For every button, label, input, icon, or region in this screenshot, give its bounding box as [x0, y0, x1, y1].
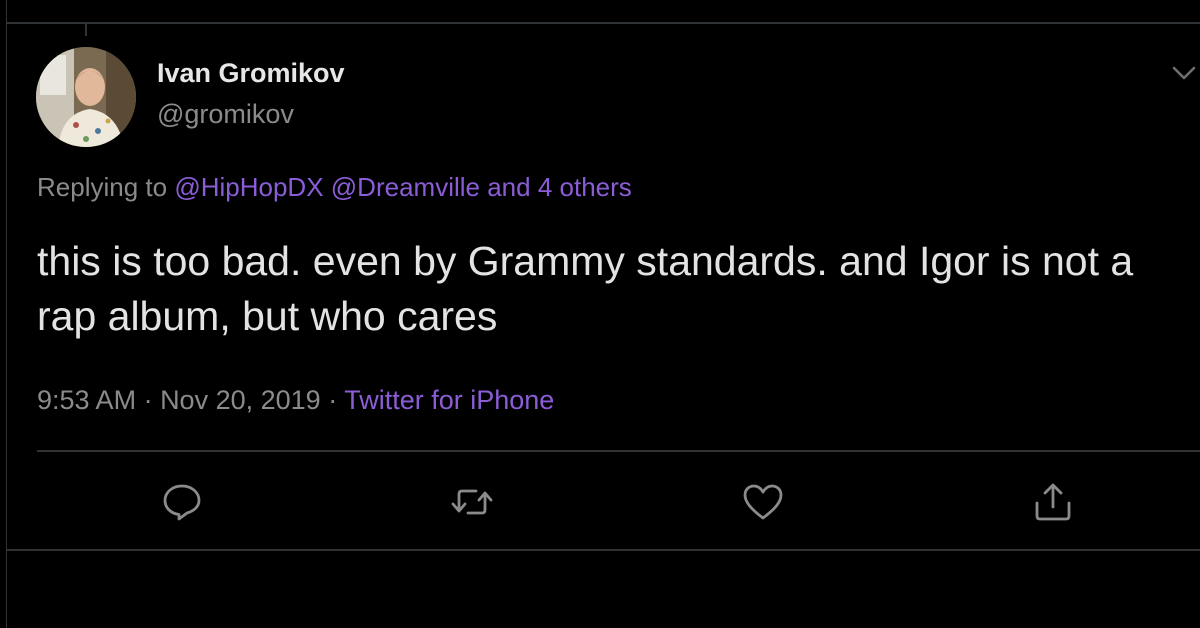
tweet-source-link[interactable]: Twitter for iPhone: [344, 385, 554, 415]
replying-to: Replying to @HipHopDX @Dreamville and 4 …: [37, 172, 632, 203]
others-link[interactable]: and 4 others: [487, 172, 632, 202]
timeline-border-bottom: [6, 549, 1200, 551]
meta-separator: ·: [320, 385, 345, 415]
retweet-icon: [451, 489, 493, 515]
avatar[interactable]: [36, 47, 136, 147]
thread-connector: [85, 24, 87, 36]
timeline-border-top: [6, 22, 1200, 24]
mention-link[interactable]: @HipHopDX: [174, 172, 323, 202]
tweet-metadata: 9:53 AM · Nov 20, 2019 · Twitter for iPh…: [37, 385, 554, 416]
heart-icon: [743, 484, 783, 520]
chevron-down-icon[interactable]: [1168, 60, 1200, 86]
share-button[interactable]: [1031, 480, 1075, 524]
share-icon: [1035, 483, 1071, 521]
reply-button[interactable]: [160, 480, 204, 524]
author-handle[interactable]: @gromikov: [157, 99, 294, 130]
mention-link[interactable]: @Dreamville: [331, 172, 480, 202]
author-display-name[interactable]: Ivan Gromikov: [157, 58, 345, 89]
meta-separator: ·: [136, 385, 161, 415]
replying-to-label: Replying to: [37, 172, 175, 202]
tweet-time[interactable]: 9:53 AM: [37, 385, 136, 415]
like-button[interactable]: [741, 480, 785, 524]
reply-icon: [163, 484, 201, 521]
divider: [37, 450, 1200, 452]
retweet-button[interactable]: [450, 480, 494, 524]
timeline-border-left: [6, 0, 7, 628]
tweet-text: this is too bad. even by Grammy standard…: [37, 238, 1134, 339]
tweet-date[interactable]: Nov 20, 2019: [160, 385, 321, 415]
